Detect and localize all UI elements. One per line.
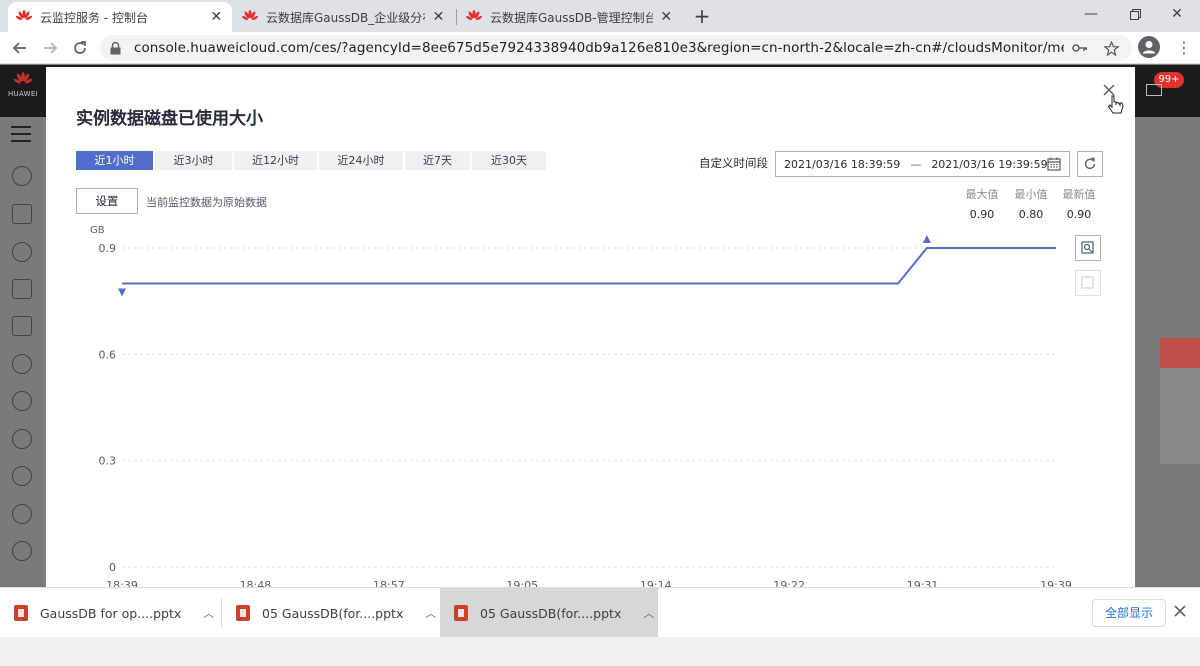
- float-tool-panel: [1160, 368, 1200, 464]
- sidebar-anchor-icon[interactable]: [12, 429, 32, 449]
- download-item[interactable]: GaussDB for op....pptx ︿: [0, 588, 220, 638]
- window-close-icon[interactable]: ✕: [1154, 0, 1200, 28]
- sidebar-storage-icon[interactable]: [12, 279, 32, 299]
- reload-icon[interactable]: [68, 36, 92, 60]
- tab-label: 云数据库GaussDB-管理控制台: [490, 10, 653, 25]
- series-line: [122, 247, 1056, 285]
- min-value-marker: [118, 288, 126, 297]
- y-tick-label: 0.9: [99, 242, 117, 255]
- lock-icon: [110, 41, 124, 55]
- mail-icon[interactable]: [1146, 84, 1162, 96]
- sidebar-cloud-server-icon[interactable]: [12, 242, 32, 262]
- x-tick-label: 19:05: [506, 579, 538, 587]
- pptx-file-icon: [236, 605, 250, 621]
- tab-divider: [456, 9, 457, 25]
- download-item[interactable]: 05 GaussDB(for....pptx ︿: [440, 588, 658, 638]
- address-bar[interactable]: console.huaweicloud.com/ces/?agencyId=8e…: [100, 35, 1132, 61]
- feedback-float-button[interactable]: [1160, 338, 1200, 368]
- y-axis-unit: GB: [90, 225, 105, 236]
- chevron-up-icon[interactable]: ︿: [425, 605, 436, 621]
- metric-line-chart: GB 0.9 0.6 0.3 0 18:39 18:48 18:57 19:05 19:14 1…: [90, 225, 1072, 587]
- huawei-favicon-icon: [466, 9, 482, 25]
- window-bottom-edge: [0, 637, 1200, 666]
- x-tick-label: 19:31: [907, 579, 939, 587]
- max-value-marker: [922, 235, 931, 243]
- download-filename: 05 GaussDB(for....pptx: [262, 605, 404, 621]
- x-tick-label: 18:39: [106, 579, 138, 587]
- x-tick-label: 18:48: [240, 579, 272, 587]
- back-icon[interactable]: [8, 36, 32, 60]
- y-tick-label: 0.6: [99, 348, 117, 361]
- sidebar-ip-icon[interactable]: [12, 504, 32, 524]
- tab-gaussdb-enterprise[interactable]: 云数据库GaussDB_企业级分布式 ✕: [234, 2, 454, 32]
- huawei-favicon-icon: [242, 9, 258, 25]
- x-tick-label: 19:22: [773, 579, 805, 587]
- y-tick-label: 0: [109, 561, 116, 574]
- download-filename: 05 GaussDB(for....pptx: [480, 605, 622, 621]
- tab-label: 云监控服务 - 控制台: [40, 10, 148, 25]
- y-tick-label: 0.3: [99, 455, 117, 468]
- close-download-shelf-icon[interactable]: [1174, 605, 1188, 619]
- x-tick-label: 19:14: [640, 579, 672, 587]
- tab-label: 云数据库GaussDB_企业级分布式: [266, 10, 425, 25]
- new-tab-button[interactable]: +: [690, 5, 714, 29]
- chevron-up-icon[interactable]: ︿: [643, 605, 654, 621]
- download-item[interactable]: 05 GaussDB(for....pptx ︿: [222, 588, 438, 638]
- huawei-favicon-icon: [16, 9, 32, 25]
- sidebar-cluster-icon[interactable]: [12, 166, 32, 186]
- browser-tabstrip: 云监控服务 - 控制台 ✕ 云数据库GaussDB_企业级分布式 ✕ 云数据库G…: [0, 0, 1200, 32]
- x-tick-label: 18:57: [373, 579, 405, 587]
- download-filename: GaussDB for op....pptx: [40, 605, 182, 621]
- sidebar-document-icon[interactable]: [12, 316, 32, 336]
- pptx-file-icon: [454, 605, 468, 621]
- pptx-file-icon: [14, 605, 28, 621]
- sidebar-monitor-icon[interactable]: [12, 204, 32, 224]
- x-tick-label: 19:39: [1040, 579, 1072, 587]
- bookmark-star-icon[interactable]: [1103, 40, 1119, 56]
- key-icon[interactable]: [1072, 40, 1088, 56]
- sidebar-cloud-icon[interactable]: [12, 354, 32, 374]
- tab-close-icon[interactable]: ✕: [209, 9, 224, 25]
- download-shelf: GaussDB for op....pptx ︿ 05 GaussDB(for.…: [0, 587, 1200, 638]
- maximize-icon[interactable]: [1112, 0, 1158, 28]
- huawei-logo: HUAWEI: [6, 72, 40, 106]
- browser-toolbar: console.huaweicloud.com/ces/?agencyId=8e…: [0, 32, 1200, 64]
- sidebar-eye-icon[interactable]: [12, 391, 32, 411]
- menu-hamburger-icon[interactable]: [11, 126, 31, 142]
- minimize-icon[interactable]: —: [1068, 0, 1114, 28]
- sidebar-globe-icon[interactable]: [12, 466, 32, 486]
- show-all-downloads-button[interactable]: 全部显示: [1092, 599, 1166, 627]
- url-text: console.huaweicloud.com/ces/?agencyId=8e…: [134, 40, 1064, 56]
- forward-icon[interactable]: [38, 36, 62, 60]
- sidebar-cloud-storage-icon[interactable]: [12, 541, 32, 561]
- metric-detail-modal: 实例数据磁盘已使用大小 近1小时 近3小时 近12小时 近24小时 近7天 近3…: [46, 67, 1135, 587]
- tab-gaussdb-console[interactable]: 云数据库GaussDB-管理控制台 ✕: [458, 2, 682, 32]
- tab-close-icon[interactable]: ✕: [431, 9, 446, 25]
- huawei-logo-text: HUAWEI: [7, 90, 38, 98]
- tab-cloud-monitor[interactable]: 云监控服务 - 控制台 ✕: [8, 2, 232, 32]
- profile-avatar-icon[interactable]: [1138, 36, 1160, 58]
- tab-close-icon[interactable]: ✕: [659, 9, 674, 25]
- chevron-up-icon[interactable]: ︿: [203, 605, 214, 621]
- browser-menu-icon[interactable]: ⋮: [1176, 38, 1192, 58]
